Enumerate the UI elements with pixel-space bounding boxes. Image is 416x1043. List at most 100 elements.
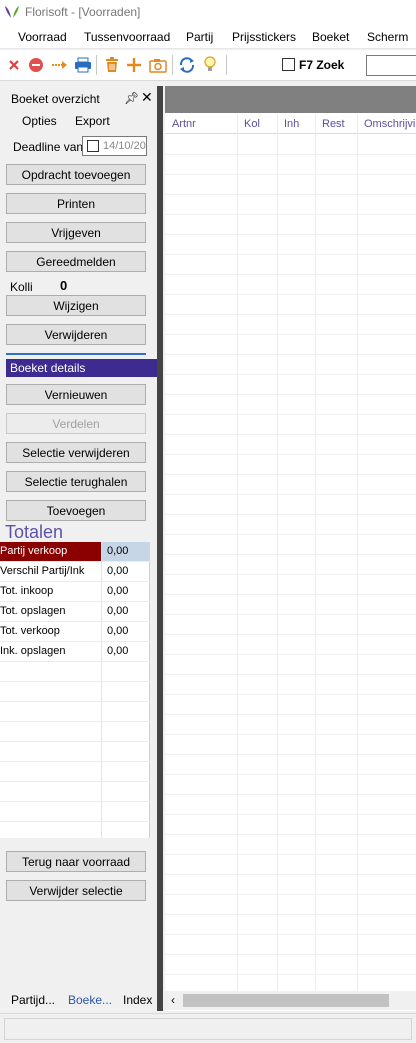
grid-row-line <box>165 394 416 395</box>
refresh-icon[interactable] <box>177 55 197 75</box>
boeket-details-header: Boeket details <box>6 359 157 377</box>
move-arrow-icon[interactable] <box>50 55 70 75</box>
grid-row-line <box>165 474 416 475</box>
menu-bar: Voorraad Tussenvoorraad Partij Prijsstic… <box>0 25 416 49</box>
search-input[interactable] <box>366 55 416 76</box>
grid-row-line <box>165 214 416 215</box>
vrijgeven-button[interactable]: Vrijgeven <box>6 222 146 243</box>
grid-row-line <box>165 254 416 255</box>
table-row[interactable]: Partij verkoop 0,00 <box>0 542 150 562</box>
totalen-table: Partij verkoop 0,00 Verschil Partij/Ink … <box>0 542 150 838</box>
scrollbar-thumb[interactable] <box>183 994 389 1007</box>
window-title: Florisoft - [Voorraden] <box>25 5 141 19</box>
zoek-checkbox[interactable] <box>282 58 295 71</box>
tab-boeke[interactable]: Boeke... <box>68 993 112 1007</box>
grid-row-line <box>165 834 416 835</box>
kolli-label: Kolli <box>10 280 33 294</box>
grid-row-line <box>165 374 416 375</box>
pin-icon[interactable]: 📌︎ <box>124 91 139 105</box>
tab-index[interactable]: Index <box>123 993 152 1007</box>
status-bar <box>0 1013 416 1043</box>
wijzigen-button[interactable]: Wijzigen <box>6 295 146 316</box>
column-header-artnr[interactable]: Artnr <box>172 118 196 130</box>
toevoegen-button[interactable]: Toevoegen <box>6 500 146 521</box>
column-header-inh[interactable]: Inh <box>284 118 299 130</box>
grid-row-line <box>165 194 416 195</box>
tab-opties[interactable]: Opties <box>22 114 57 128</box>
selectie-verwijderen-button[interactable]: Selectie verwijderen <box>6 442 146 463</box>
grid-row-line <box>165 894 416 895</box>
tab-partijd[interactable]: Partijd... <box>11 993 55 1007</box>
grid-row-line <box>165 354 416 355</box>
kolli-value: 0 <box>60 278 68 293</box>
column-header-omschrijving[interactable]: Omschrijvi <box>364 118 415 130</box>
deadline-date-picker[interactable]: 14/10/20 <box>82 136 147 156</box>
row-value: 0,00 <box>107 645 129 657</box>
panel-header: Boeket overzicht 📌︎ ✕ <box>0 86 157 110</box>
grid-row-line <box>165 814 416 815</box>
close-icon[interactable] <box>4 55 24 75</box>
grid-row-line <box>165 634 416 635</box>
horizontal-scrollbar[interactable]: ‹ <box>165 991 416 1010</box>
tab-export[interactable]: Export <box>75 114 110 128</box>
grid-row-line <box>165 614 416 615</box>
delete-icon[interactable] <box>102 55 122 75</box>
boeket-overzicht-panel: Boeket overzicht 📌︎ ✕ Opties Export Dead… <box>0 86 157 1011</box>
print-icon[interactable] <box>73 55 93 75</box>
panel-close-icon[interactable]: ✕ <box>141 89 153 106</box>
grid-row-line <box>165 514 416 515</box>
table-row[interactable]: Tot. inkoop 0,00 <box>0 582 150 602</box>
column-header-kol[interactable]: Kol <box>244 118 260 130</box>
selectie-terughalen-button[interactable]: Selectie terughalen <box>6 471 146 492</box>
table-row[interactable]: Verschil Partij/Ink 0,00 <box>0 562 150 582</box>
grid-row-line <box>165 674 416 675</box>
grid-group-header <box>165 86 416 113</box>
verdelen-button[interactable]: Verdelen <box>6 413 146 434</box>
menu-voorraad[interactable]: Voorraad <box>18 30 67 44</box>
grid-row-line <box>165 234 416 235</box>
toolbar-separator <box>96 55 97 75</box>
row-label: Ink. opslagen <box>0 645 66 657</box>
panel-splitter[interactable] <box>157 86 163 1011</box>
voorraad-grid: Artnr Kol Inh Rest Omschrijvi <box>165 86 416 1011</box>
grid-row-line <box>165 874 416 875</box>
verwijder-selectie-button[interactable]: Verwijder selectie <box>6 880 146 901</box>
camera-icon[interactable] <box>148 55 168 75</box>
grid-row-line <box>165 734 416 735</box>
table-row[interactable]: Tot. opslagen 0,00 <box>0 602 150 622</box>
table-row[interactable]: Ink. opslagen 0,00 <box>0 642 150 662</box>
row-value: 0,00 <box>107 625 129 637</box>
florisoft-logo-icon <box>5 6 19 18</box>
grid-row-line <box>165 414 416 415</box>
grid-row-line <box>165 714 416 715</box>
scroll-left-icon[interactable]: ‹ <box>171 993 175 1007</box>
grid-row-line <box>165 574 416 575</box>
menu-prijsstickers[interactable]: Prijsstickers <box>232 30 296 44</box>
column-header-rest[interactable]: Rest <box>322 118 345 130</box>
status-cell <box>4 1018 412 1040</box>
menu-scherm[interactable]: Scherm <box>367 30 408 44</box>
grid-row-line <box>165 174 416 175</box>
grid-row-line <box>165 794 416 795</box>
deadline-checkbox[interactable] <box>87 140 99 152</box>
table-row[interactable]: Tot. verkoop 0,00 <box>0 622 150 642</box>
menu-partij[interactable]: Partij <box>186 30 213 44</box>
stop-icon[interactable] <box>26 55 46 75</box>
menu-tussenvoorraad[interactable]: Tussenvoorraad <box>84 30 170 44</box>
verwijderen-button[interactable]: Verwijderen <box>6 324 146 345</box>
panel-title: Boeket overzicht <box>11 92 100 106</box>
panel-divider <box>6 353 146 355</box>
gereedmelden-button[interactable]: Gereedmelden <box>6 251 146 272</box>
deadline-value: 14/10/20 <box>103 140 146 152</box>
terug-naar-voorraad-button[interactable]: Terug naar voorraad <box>6 851 146 872</box>
printen-button[interactable]: Printen <box>6 193 146 214</box>
row-label: Tot. inkoop <box>0 585 54 597</box>
grid-row-line <box>165 154 416 155</box>
grid-row-line <box>165 274 416 275</box>
menu-boeket[interactable]: Boeket <box>312 30 349 44</box>
add-icon[interactable] <box>124 55 144 75</box>
opdracht-toevoegen-button[interactable]: Opdracht toevoegen <box>6 164 146 185</box>
vernieuwen-button[interactable]: Vernieuwen <box>6 384 146 405</box>
lightbulb-icon[interactable] <box>200 55 220 75</box>
grid-row-line <box>165 954 416 955</box>
